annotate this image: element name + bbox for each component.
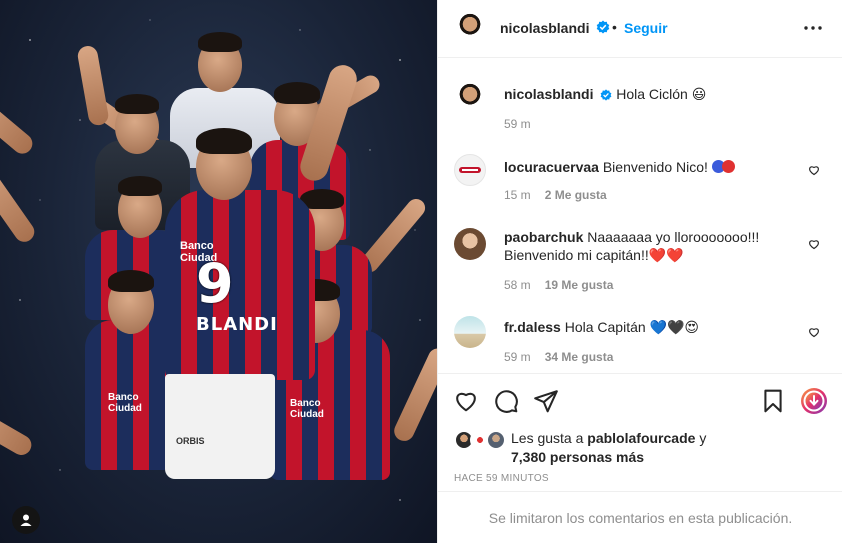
header-dot-separator: •	[612, 19, 617, 35]
team-logo-icon	[459, 167, 481, 173]
likes-others-count[interactable]: 7,380 personas más	[511, 449, 644, 465]
comments-list: nicolasblandi Hola Ciclón 😃 59 m locurac…	[438, 60, 842, 373]
bookmark-icon[interactable]	[760, 388, 786, 414]
comment-like-heart-icon[interactable]	[808, 164, 820, 176]
comment-body: Bienvenido Nico!	[602, 159, 708, 175]
comment-time: 58 m	[504, 278, 531, 292]
post-sidebar: nicolasblandi • Seguir nicolasblandi Hol…	[437, 0, 842, 543]
caption-body: Hola Ciclón 😃	[616, 86, 707, 102]
comment-avatar[interactable]	[454, 228, 486, 260]
caption-avatar[interactable]	[454, 82, 486, 114]
post-timestamp[interactable]: HACE 59 MINUTOS	[454, 473, 549, 484]
caption-time: 59 m	[504, 117, 531, 131]
comment-bubble-icon[interactable]	[493, 388, 519, 414]
comment-row: fr.daless Hola Capitán 💙🖤😍 59 m 34 Me gus…	[454, 316, 834, 376]
more-horizontal-icon[interactable]	[803, 18, 823, 38]
follow-button[interactable]: Seguir	[624, 20, 668, 36]
author-avatar[interactable]	[454, 12, 486, 44]
comment-time: 15 m	[504, 188, 531, 202]
likes-prefix: Les gusta a	[511, 430, 584, 446]
likes-text: Les gusta a pablolafourcade y 7,380 pers…	[511, 429, 831, 467]
comment-avatar[interactable]	[454, 316, 486, 348]
jersey-name: BLANDI	[196, 314, 278, 335]
user-silhouette-icon	[20, 514, 32, 526]
post-header: nicolasblandi • Seguir	[438, 0, 842, 58]
comment-username[interactable]: paobarchuk	[504, 229, 583, 245]
comment-row: paobarchuk Naaaaaaa yo llorooooooo!!! Bi…	[454, 228, 834, 298]
post-image[interactable]: Banco Ciudad Banco Ciudad Banco Ciudad 9…	[0, 0, 437, 543]
send-paper-plane-icon[interactable]	[533, 388, 559, 414]
download-badge-icon[interactable]	[800, 387, 828, 415]
red-circle-emoji-icon	[721, 160, 735, 173]
heart-outline-icon[interactable]	[453, 388, 479, 414]
comment-likes[interactable]: 34 Me gusta	[545, 350, 614, 364]
comment-like-heart-icon[interactable]	[808, 326, 820, 338]
comment-username[interactable]: locuracuervaa	[504, 159, 599, 175]
comment-avatar[interactable]	[454, 154, 486, 186]
comment-like-heart-icon[interactable]	[808, 238, 820, 250]
comment-time: 59 m	[504, 350, 531, 364]
comments-limited-notice: Se limitaron los comentarios en esta pub…	[438, 491, 842, 543]
shorts-brand: ORBIS	[176, 436, 205, 446]
verified-badge-icon	[600, 89, 612, 101]
comment-body: Hola Capitán 💙🖤😍	[564, 319, 700, 335]
liker-username[interactable]: pablolafourcade	[587, 430, 695, 446]
jersey-number: 9	[196, 252, 234, 315]
author-username[interactable]: nicolasblandi	[500, 20, 589, 36]
likes-summary: Les gusta a pablolafourcade y 7,380 pers…	[438, 425, 842, 475]
caption-row: nicolasblandi Hola Ciclón 😃 59 m	[454, 82, 834, 142]
comment-likes[interactable]: 2 Me gusta	[545, 188, 607, 202]
verified-badge-icon	[596, 20, 610, 34]
caption-username[interactable]: nicolasblandi	[504, 86, 593, 102]
sponsor-text-right: Banco Ciudad	[290, 398, 324, 420]
comment-row: locuracuervaa Bienvenido Nico! 15 m 2 Me …	[454, 154, 834, 214]
comment-username[interactable]: fr.daless	[504, 319, 561, 335]
comment-likes[interactable]: 19 Me gusta	[545, 278, 614, 292]
tagged-users-button[interactable]	[12, 506, 40, 534]
likes-suffix: y	[699, 430, 707, 446]
liker-avatar[interactable]	[486, 430, 506, 450]
action-bar	[438, 373, 842, 425]
sponsor-text-left: Banco Ciudad	[108, 392, 142, 414]
caption-text: nicolasblandi Hola Ciclón 😃	[504, 85, 804, 103]
